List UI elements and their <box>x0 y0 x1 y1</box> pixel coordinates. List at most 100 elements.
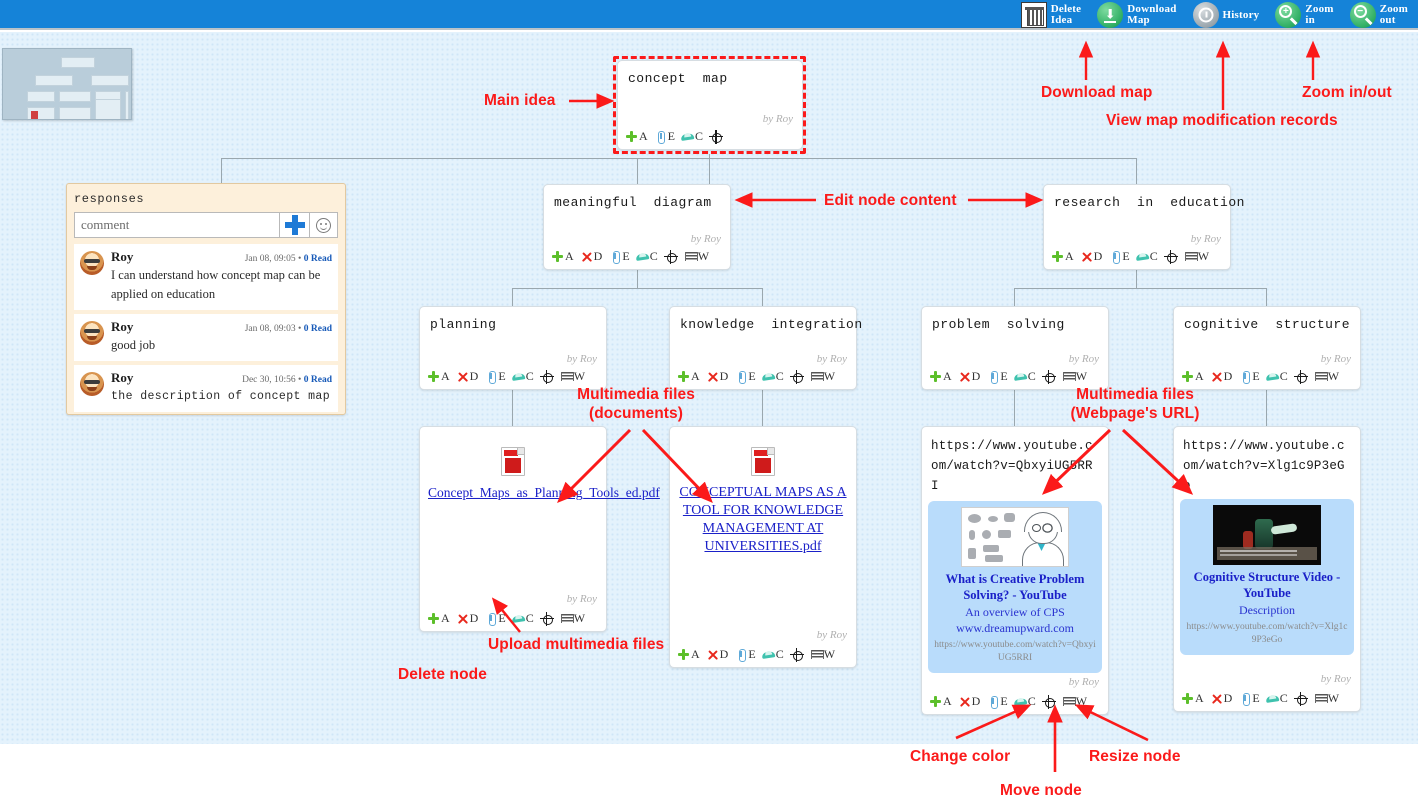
delete-node-button[interactable]: D <box>1210 369 1233 384</box>
change-color-button[interactable]: C <box>681 129 703 144</box>
change-color-button[interactable]: C <box>1266 691 1288 706</box>
delete-node-button[interactable]: D <box>958 694 981 709</box>
attach-file-button[interactable]: E <box>608 249 630 264</box>
download-map-button[interactable]: ⬇ Download Map <box>1097 2 1176 28</box>
color-icon <box>1266 692 1279 705</box>
change-color-button[interactable]: C <box>1014 694 1036 709</box>
attach-file-button[interactable]: E <box>986 694 1008 709</box>
node-pdf-planning-tools[interactable]: Concept_Maps_as_Planning_Tools_ed.pdf by… <box>419 426 660 632</box>
delete-node-button[interactable]: D <box>1080 249 1103 264</box>
move-node-button[interactable] <box>1041 369 1056 384</box>
emoji-picker-button[interactable] <box>309 213 337 237</box>
delete-node-button[interactable]: D <box>706 647 729 662</box>
pdf-link[interactable]: CONCEPTUAL MAPS AS A TOOL FOR KNOWLEDGE … <box>670 484 856 556</box>
list-item[interactable]: Roy Dec 30, 10:56 • 0 Read the descripti… <box>74 365 338 412</box>
delete-node-button[interactable]: D <box>958 369 981 384</box>
add-node-button[interactable]: A <box>1181 691 1204 706</box>
close-icon <box>706 370 719 383</box>
list-item[interactable]: Roy Jan 08, 09:05 • 0 Read I can underst… <box>74 244 338 310</box>
delete-node-button[interactable]: D <box>456 369 479 384</box>
move-node-button[interactable] <box>1293 369 1308 384</box>
list-item[interactable]: Roy Jan 08, 09:03 • 0 Read good job <box>74 314 338 361</box>
change-color-button[interactable]: C <box>762 647 784 662</box>
add-node-button[interactable]: A <box>1181 369 1204 384</box>
node-main-idea[interactable]: concept map by Roy A E C <box>617 60 803 150</box>
add-node-button[interactable]: A <box>929 694 952 709</box>
attach-file-button[interactable]: E <box>484 611 506 626</box>
clock-icon <box>1192 2 1219 28</box>
change-color-button[interactable]: C <box>1136 249 1158 264</box>
add-node-button[interactable]: A <box>677 369 700 384</box>
move-node-button[interactable] <box>789 647 804 662</box>
color-icon <box>1014 695 1027 708</box>
resize-node-button[interactable]: W <box>1314 691 1339 706</box>
change-color-button[interactable]: C <box>512 369 534 384</box>
node-meaningful-diagram[interactable]: meaningful diagram by Roy A D E C W <box>543 184 731 270</box>
zoom-in-button[interactable]: + Zoom in <box>1275 2 1333 28</box>
attach-file-button[interactable]: E <box>734 647 756 662</box>
change-color-button[interactable]: C <box>1014 369 1036 384</box>
attach-file-button[interactable]: E <box>986 369 1008 384</box>
attach-file-button[interactable]: E <box>484 369 506 384</box>
change-color-button[interactable]: C <box>512 611 534 626</box>
change-color-button[interactable]: C <box>636 249 658 264</box>
resize-node-button[interactable]: W <box>1062 369 1087 384</box>
add-node-button[interactable]: A <box>929 369 952 384</box>
resize-node-button[interactable]: W <box>560 611 585 626</box>
node-url-cognitive-structure-video[interactable]: https://www.youtube.com/watch?v=Xlg1c9P3… <box>1173 426 1361 712</box>
comment-input[interactable] <box>75 213 279 237</box>
move-node-button[interactable] <box>1163 249 1178 264</box>
history-button[interactable]: History <box>1192 2 1260 28</box>
move-node-button[interactable] <box>789 369 804 384</box>
move-node-button[interactable] <box>709 129 724 144</box>
add-comment-button[interactable] <box>279 213 309 237</box>
minimap[interactable] <box>2 48 132 120</box>
resize-node-button[interactable]: W <box>1314 369 1339 384</box>
delete-node-button[interactable]: D <box>456 611 479 626</box>
move-node-button[interactable] <box>539 369 554 384</box>
delete-node-button[interactable]: D <box>580 249 603 264</box>
attach-file-button[interactable]: E <box>1238 369 1260 384</box>
move-node-button[interactable] <box>663 249 678 264</box>
add-node-button[interactable]: A <box>677 647 700 662</box>
connector <box>1266 390 1267 426</box>
attach-file-button[interactable]: E <box>654 129 675 144</box>
concept-map-app: Delete Idea ⬇ Download Map History + Zoom i… <box>0 0 1418 798</box>
add-node-button[interactable]: A <box>427 369 450 384</box>
add-node-button[interactable]: A <box>1051 249 1074 264</box>
move-node-button[interactable] <box>539 611 554 626</box>
change-color-button[interactable]: C <box>1266 369 1288 384</box>
resize-node-button[interactable]: W <box>810 369 835 384</box>
delete-node-button[interactable]: D <box>706 369 729 384</box>
read-count: 0 Read <box>303 324 332 334</box>
node-pdf-conceptual-maps[interactable]: CONCEPTUAL MAPS AS A TOOL FOR KNOWLEDGE … <box>669 426 857 668</box>
resize-node-button[interactable]: W <box>1184 249 1209 264</box>
resize-node-button[interactable]: W <box>684 249 709 264</box>
pdf-link[interactable]: Concept_Maps_as_Planning_Tools_ed.pdf <box>420 484 660 501</box>
attach-file-button[interactable]: E <box>1108 249 1130 264</box>
delete-node-button[interactable]: D <box>1210 691 1233 706</box>
node-planning[interactable]: planning by Roy A D E C W <box>419 306 607 390</box>
node-research-in-education[interactable]: research in education by Roy A D E C W <box>1043 184 1244 270</box>
node-knowledge-integration[interactable]: knowledge integration by Roy A D E C W <box>669 306 862 390</box>
add-node-button[interactable]: A <box>427 611 450 626</box>
add-node-button[interactable]: A <box>625 129 648 144</box>
node-cognitive-structure[interactable]: cognitive structure by Roy A D E C W <box>1173 306 1361 390</box>
add-node-button[interactable]: A <box>551 249 574 264</box>
connector <box>1136 158 1137 184</box>
resize-node-button[interactable]: W <box>810 647 835 662</box>
zoom-out-button[interactable]: − Zoom out <box>1349 2 1408 28</box>
node-url-creative-problem-solving[interactable]: https://www.youtube.com/watch?v=QbxyiUG5… <box>921 426 1109 715</box>
resize-node-button[interactable]: W <box>1062 694 1087 709</box>
move-node-button[interactable] <box>1293 691 1308 706</box>
node-problem-solving[interactable]: problem solving by Roy A D E C W <box>921 306 1109 390</box>
connector <box>1136 270 1137 288</box>
attach-file-button[interactable]: E <box>734 369 756 384</box>
move-node-button[interactable] <box>1041 694 1056 709</box>
attach-file-button[interactable]: E <box>1238 691 1260 706</box>
link-preview[interactable]: Cognitive Structure Video - YouTube Desc… <box>1180 499 1354 655</box>
link-preview[interactable]: What is Creative Problem Solving? - YouT… <box>928 501 1102 673</box>
change-color-button[interactable]: C <box>762 369 784 384</box>
delete-idea-button[interactable]: Delete Idea <box>1020 2 1082 28</box>
resize-node-button[interactable]: W <box>560 369 585 384</box>
